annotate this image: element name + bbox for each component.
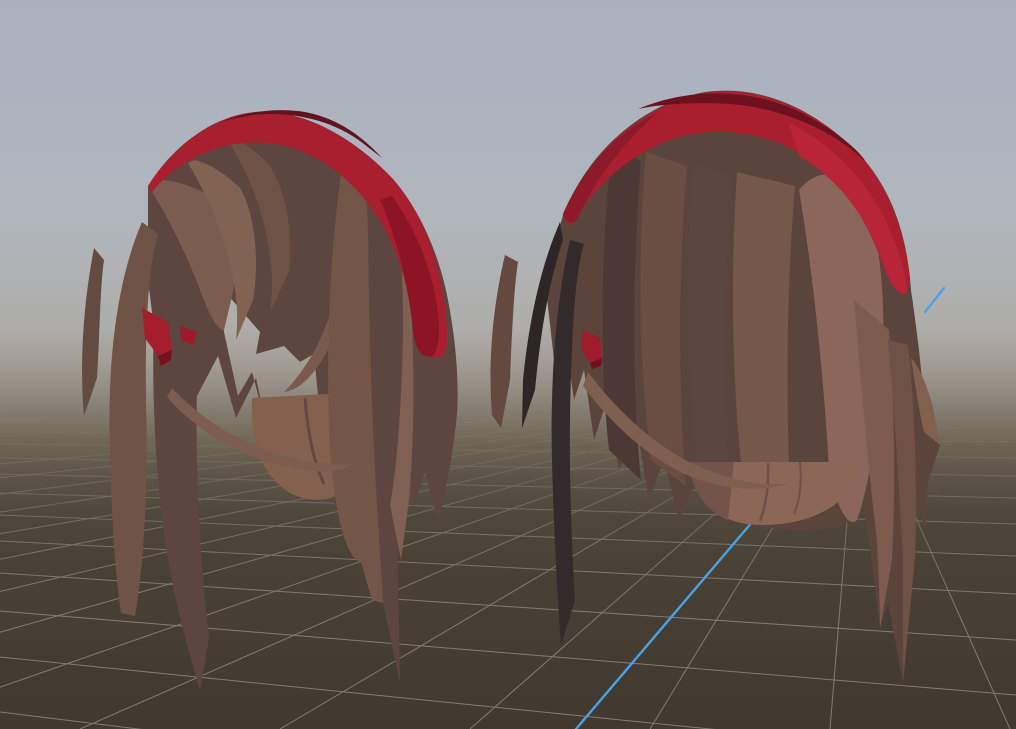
viewport [0, 0, 1016, 729]
hair-strand-shade-4 [733, 172, 795, 510]
scene-svg [0, 0, 1016, 729]
